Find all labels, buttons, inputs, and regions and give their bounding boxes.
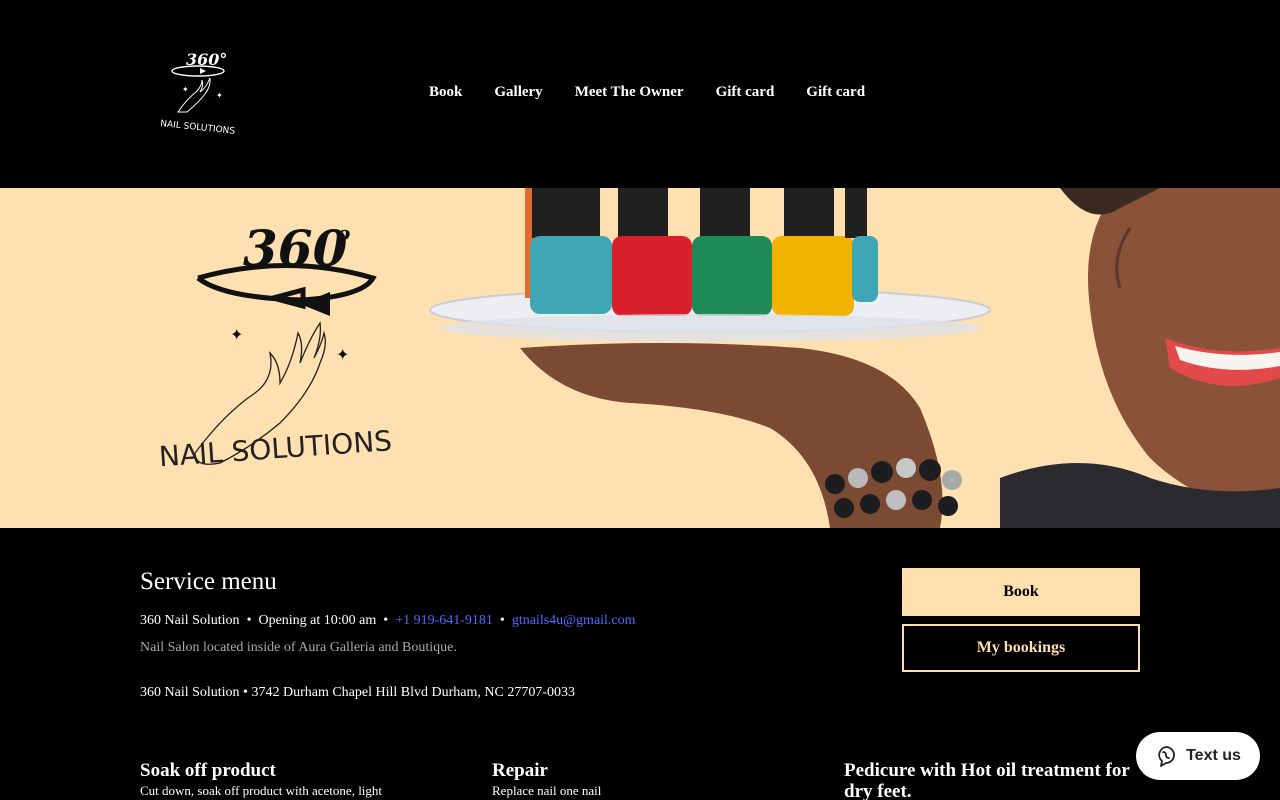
service-card-title: Repair <box>492 760 548 781</box>
svg-text:o: o <box>337 221 350 245</box>
site-header: 360° ✦ ✦ NAIL SOLUTIONS Book Gallery Mee… <box>0 0 1280 188</box>
service-card-repair[interactable]: Repair Replace nail one nail <box>492 760 792 799</box>
email-link[interactable]: gtnails4u@gmail.com <box>512 613 636 628</box>
nav-book[interactable]: Book <box>413 82 478 102</box>
service-card-desc: Replace nail one nail <box>492 783 602 798</box>
svg-text:✦: ✦ <box>336 347 349 364</box>
service-card-soak-off[interactable]: Soak off product Cut down, soak off prod… <box>140 760 440 799</box>
text-us-label: Text us <box>1186 747 1241 764</box>
separator: • <box>499 613 505 628</box>
service-menu-title: Service menu <box>140 568 277 595</box>
nav-gift-card-2[interactable]: Gift card <box>790 82 881 102</box>
header-logo-text: NAIL SOLUTIONS <box>160 119 236 137</box>
text-us-widget[interactable]: Text us <box>1136 732 1260 780</box>
book-button[interactable]: Book <box>902 568 1140 616</box>
chat-icon <box>1158 746 1175 767</box>
main-nav: Book Gallery Meet The Owner Gift card Gi… <box>413 82 881 102</box>
svg-text:✦: ✦ <box>182 85 189 94</box>
separator: • <box>383 613 389 628</box>
header-logo[interactable]: 360° ✦ ✦ NAIL SOLUTIONS <box>156 46 242 138</box>
phone-link[interactable]: +1 919-641-9181 <box>395 613 493 628</box>
business-name: 360 Nail Solution <box>140 613 240 628</box>
opening-hours: Opening at 10:00 am <box>258 613 377 628</box>
service-card-desc: Cut down, soak off product with acetone,… <box>140 783 383 798</box>
service-card-title: Soak off product <box>140 760 276 781</box>
svg-text:✦: ✦ <box>216 91 223 100</box>
nav-meet-the-owner[interactable]: Meet The Owner <box>559 82 700 102</box>
nav-gallery[interactable]: Gallery <box>478 82 558 102</box>
business-description: Nail Salon located inside of Aura Galler… <box>140 640 457 655</box>
business-info-line: 360 Nail Solution • Opening at 10:00 am • +1… <box>140 613 636 629</box>
hero-banner: 360 o ✦ ✦ NAIL SOLUTIONS <box>0 188 1280 528</box>
service-card-title: Pedicure with Hot oil treatment for dry … <box>844 760 1130 800</box>
nav-gift-card[interactable]: Gift card <box>700 82 791 102</box>
service-card-pedicure[interactable]: Pedicure with Hot oil treatment for dry … <box>844 760 1144 800</box>
hero-image: 360 o ✦ ✦ NAIL SOLUTIONS <box>0 188 1280 528</box>
business-address: 360 Nail Solution • 3742 Durham Chapel H… <box>140 685 575 700</box>
separator: • <box>246 613 252 628</box>
service-menu-section: Service menu 360 Nail Solution • Opening a… <box>0 528 1280 800</box>
svg-text:✦: ✦ <box>230 327 243 344</box>
my-bookings-button[interactable]: My bookings <box>902 624 1140 672</box>
